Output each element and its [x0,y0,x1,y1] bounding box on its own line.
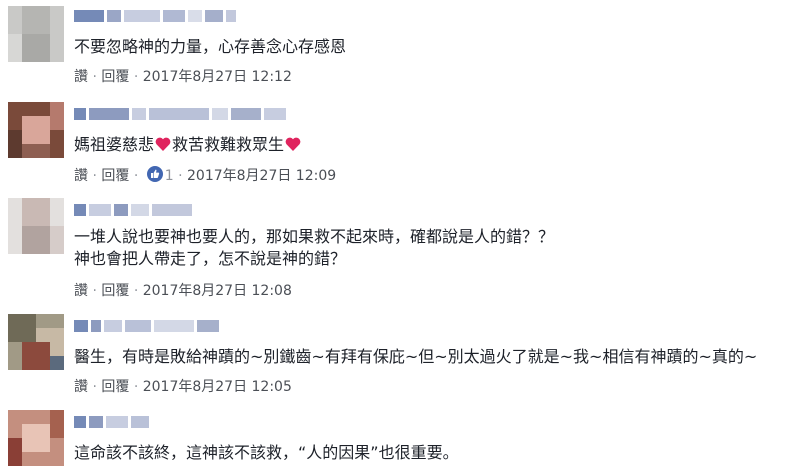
reply-link[interactable]: 回覆 [101,379,129,395]
comment-text: 這命該不該終，這神該不該救，“人的因果”也很重要。 [74,443,459,462]
heart-icon [285,137,301,151]
author-name-blurred[interactable] [74,204,195,218]
timestamp[interactable]: 2017年8月27日 12:12 [143,69,292,85]
reply-link[interactable]: 回覆 [101,283,129,299]
like-link[interactable]: 讚 [74,283,88,299]
comment-text: 媽祖婆慈悲 救苦救難救眾生 [74,134,301,156]
avatar[interactable] [8,6,64,62]
timestamp[interactable]: 2017年8月27日 12:05 [143,379,292,395]
author-name-blurred[interactable] [74,416,152,430]
like-link[interactable]: 讚 [74,379,88,395]
comment: 這命該不該終，這神該不該救，“人的因果”也很重要。 [0,404,800,471]
avatar[interactable] [8,410,64,466]
heart-icon [155,137,171,151]
comment-text: 不要忽略神的力量，心存善念心存感恩 [74,37,347,56]
comment: 不要忽略神的力量，心存善念心存感恩 讚 · 回覆 · 2017年8月27日 12… [0,0,800,100]
author-name-blurred[interactable] [74,10,239,24]
avatar[interactable] [8,314,64,370]
comment-meta: 讚 · 回覆 · 2017年8月27日 12:05 [74,379,292,395]
reply-link[interactable]: 回覆 [101,168,129,184]
comment: 一堆人說也要神也要人的，那如果救不起來時，確都說是人的錯？？ 神也會把人帶走了，… [0,192,800,308]
author-name-blurred[interactable] [74,320,222,334]
timestamp[interactable]: 2017年8月27日 12:09 [187,168,336,184]
timestamp[interactable]: 2017年8月27日 12:08 [143,283,292,299]
comment-text: 醫生，有時是敗給神蹟的~別鐵齒~有拜有保庇~但~別太過火了就是~我~相信有神蹟的… [74,347,758,366]
comment-meta: 讚 · 回覆 · 1 · 2017年8月27日 12:09 [74,166,337,184]
like-link[interactable]: 讚 [74,69,88,85]
thumbs-up-icon[interactable] [146,166,163,182]
author-name-blurred[interactable] [74,108,289,122]
like-link[interactable]: 讚 [74,168,88,184]
avatar[interactable] [8,198,64,254]
comment: 醫生，有時是敗給神蹟的~別鐵齒~有拜有保庇~但~別太過火了就是~我~相信有神蹟的… [0,308,800,404]
comment: 媽祖婆慈悲 救苦救難救眾生 讚 · 回覆 · 1 · 2017年8月27日 12:… [0,96,800,192]
like-count[interactable]: 1 [165,168,174,184]
reply-link[interactable]: 回覆 [101,69,129,85]
comment-text: 一堆人說也要神也要人的，那如果救不起來時，確都說是人的錯？？ 神也會把人帶走了，… [74,227,555,268]
comment-meta: 讚 · 回覆 · 2017年8月27日 12:12 [74,69,292,85]
avatar[interactable] [8,102,64,158]
comment-meta: 讚 · 回覆 · 2017年8月27日 12:08 [74,283,292,299]
